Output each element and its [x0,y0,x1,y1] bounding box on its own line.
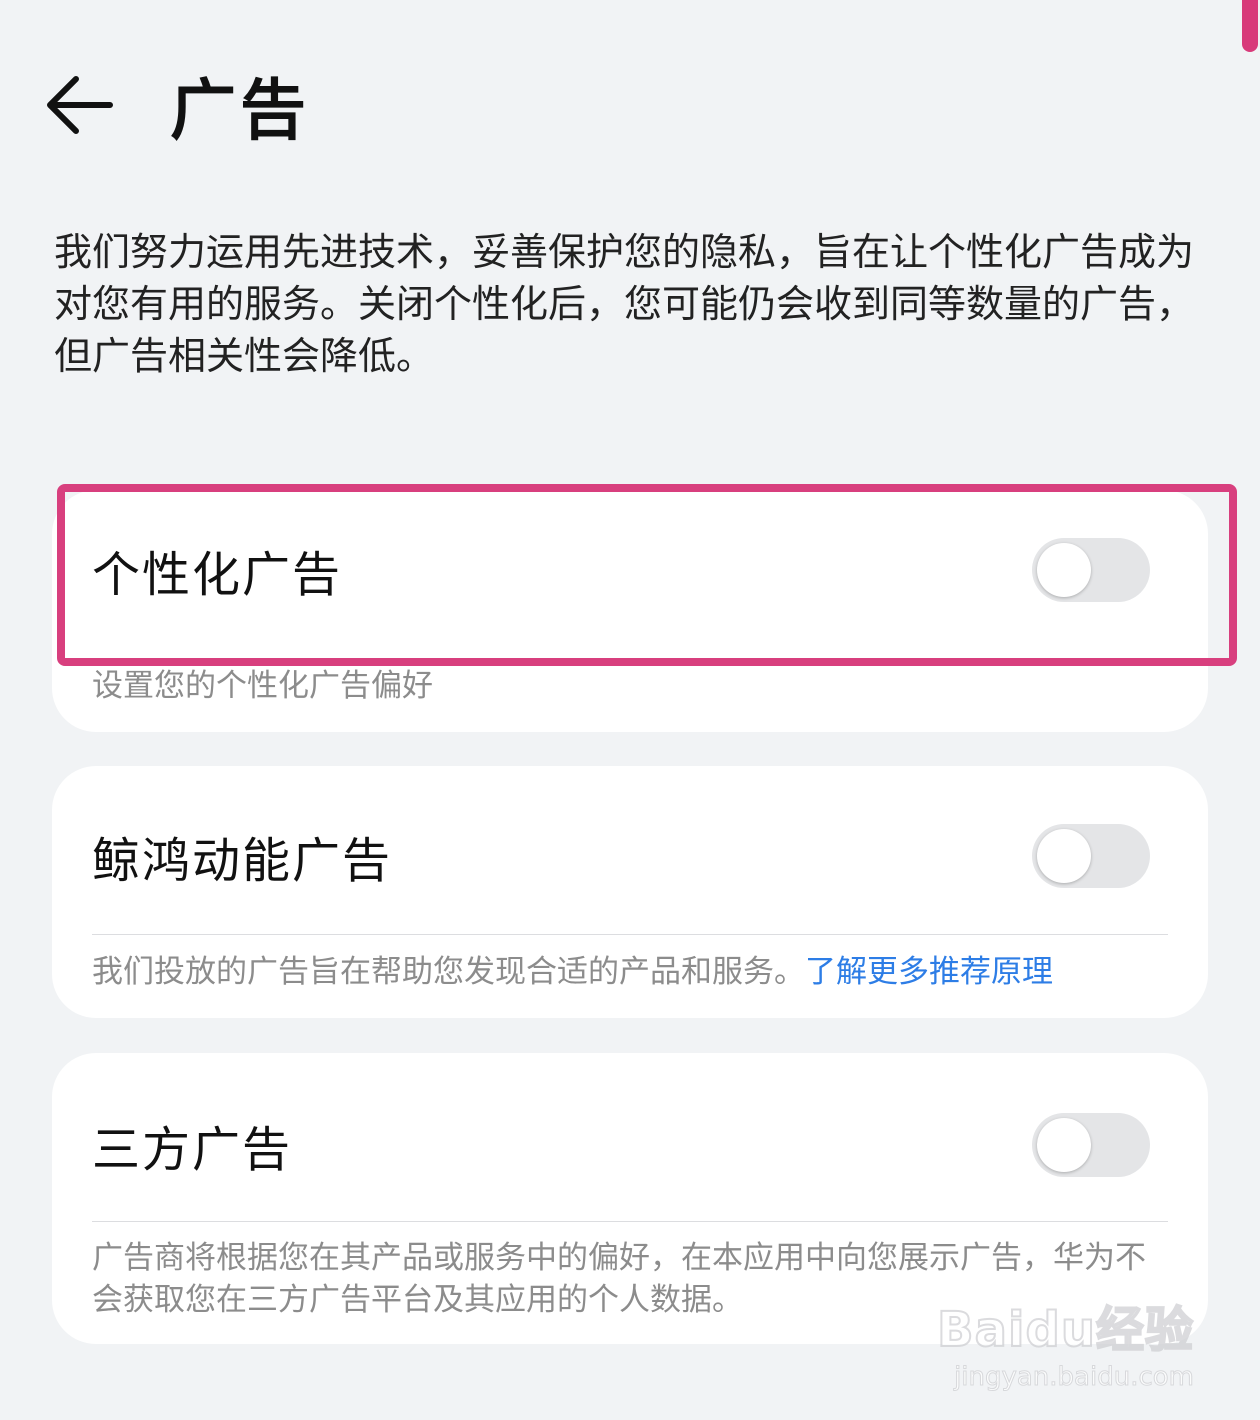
arrow-left-icon [47,76,113,134]
header: 广告 [40,60,310,150]
petal-ads-label: 鲸鸿动能广告 [92,833,393,889]
personalized-ads-row[interactable]: 个性化广告 [92,520,1150,620]
petal-ads-description-text: 我们投放的广告旨在帮助您发现合适的产品和服务。 [92,954,805,990]
back-button[interactable] [40,65,120,145]
third-party-ads-toggle[interactable] [1032,1113,1150,1177]
toggle-knob [1037,543,1091,597]
divider [92,934,1168,935]
toggle-knob [1037,1118,1091,1172]
petal-ads-card: 鲸鸿动能广告 我们投放的广告旨在帮助您发现合适的产品和服务。了解更多推荐原理 [52,766,1208,1018]
personalized-ads-toggle[interactable] [1032,538,1150,602]
watermark-logo-text: Baidu经验 [936,1301,1194,1359]
petal-ads-row[interactable]: 鲸鸿动能广告 [92,806,1150,906]
third-party-ads-label: 三方广告 [92,1122,293,1178]
petal-ads-toggle[interactable] [1032,824,1150,888]
intro-text: 我们努力运用先进技术，妥善保护您的隐私，旨在让个性化广告成为对您有用的服务。关闭… [54,230,1195,378]
divider [92,1221,1168,1222]
learn-more-link[interactable]: 了解更多推荐原理 [805,954,1053,990]
toggle-knob [1037,829,1091,883]
watermark-url: jingyan.baidu.com [954,1362,1195,1393]
personalized-ads-card: 个性化广告 设置您的个性化广告偏好 [52,490,1208,732]
personalized-ads-description: 设置您的个性化广告偏好 [92,668,433,704]
petal-ads-description: 我们投放的广告旨在帮助您发现合适的产品和服务。了解更多推荐原理 [92,951,1158,993]
third-party-ads-row[interactable]: 三方广告 [92,1095,1150,1195]
scrollbar[interactable] [1242,0,1258,52]
personalized-ads-label: 个性化广告 [92,547,343,603]
watermark: Baidu经验 jingyan.baidu.com [936,1290,1195,1393]
page-title: 广告 [170,72,310,149]
